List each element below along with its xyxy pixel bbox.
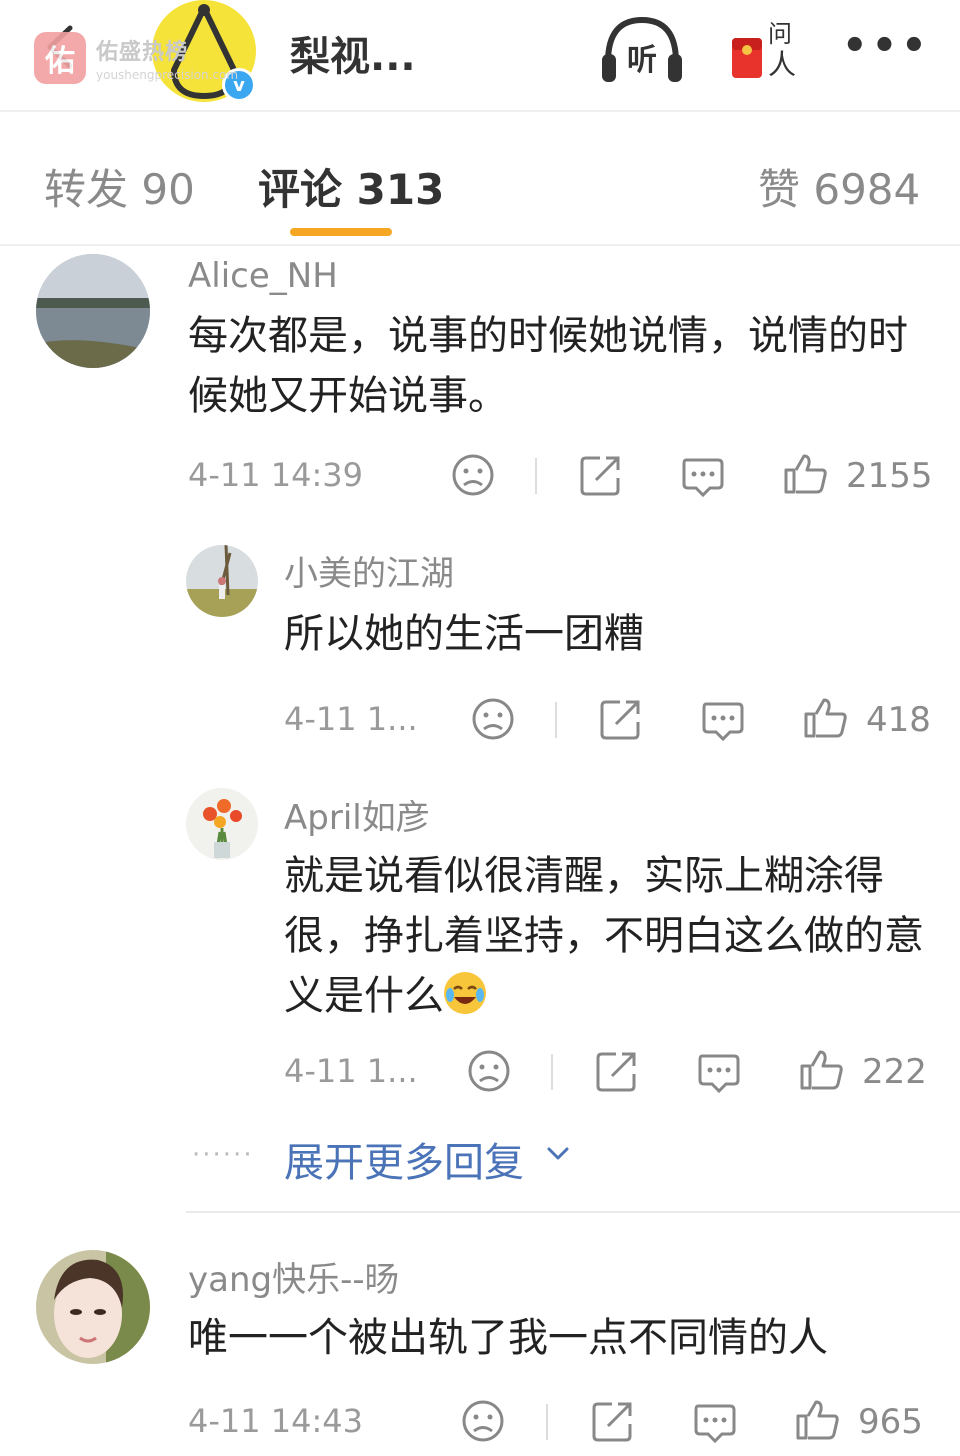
comment-username[interactable]: yang快乐--旸: [188, 1252, 399, 1301]
comment-time: 4-11 1...: [284, 1052, 418, 1090]
avatar[interactable]: [186, 545, 258, 617]
share-icon[interactable]: [578, 452, 624, 498]
svg-text:人: 人: [768, 48, 796, 81]
reply-icon[interactable]: [696, 1048, 742, 1094]
avatar[interactable]: [186, 788, 258, 860]
listen-label: 听: [627, 43, 657, 78]
dislike-face-icon[interactable]: [466, 1048, 512, 1094]
thumbs-up-icon[interactable]: [802, 694, 848, 740]
tab-comments[interactable]: 评论 313: [258, 156, 444, 217]
comment-time: 4-11 1...: [284, 700, 418, 738]
reply-icon[interactable]: [692, 1398, 738, 1444]
comment-text-with-emoji: 就是说看似很清醒，实际上糊涂得很，挣扎着坚持，不明白这么做的意义是什么: [284, 846, 924, 1026]
thumbs-up-icon[interactable]: [782, 450, 828, 496]
thumbs-up-icon[interactable]: [794, 1396, 840, 1442]
red-packet-ask-icon[interactable]: 问 人: [728, 12, 800, 84]
expand-dots: ······: [192, 1140, 254, 1170]
page-title[interactable]: 梨视...: [290, 24, 416, 82]
like-count: 2155: [846, 456, 933, 496]
comment-username[interactable]: Alice_NH: [188, 256, 338, 296]
tab-reposts[interactable]: 转发 90: [44, 156, 195, 217]
avatar[interactable]: [36, 1250, 150, 1364]
dislike-face-icon[interactable]: [450, 452, 496, 498]
like-count: 418: [866, 700, 931, 740]
like-count: 965: [858, 1402, 923, 1442]
thumbs-up-icon[interactable]: [798, 1046, 844, 1092]
share-icon[interactable]: [594, 1048, 640, 1094]
share-icon[interactable]: [598, 696, 644, 742]
comment-username[interactable]: 小美的江湖: [284, 546, 454, 595]
more-icon[interactable]: •••: [842, 26, 931, 66]
svg-text:问: 问: [768, 20, 792, 48]
chevron-down-icon[interactable]: [544, 1140, 572, 1168]
comment-text: 就是说看似很清醒，实际上糊涂得很，挣扎着坚持，不明白这么做的意义是什么: [284, 853, 924, 1019]
like-count: 222: [862, 1052, 927, 1092]
headphones-listen-icon[interactable]: 听: [600, 14, 684, 84]
comment-time: 4-11 14:43: [188, 1402, 364, 1440]
dislike-face-icon[interactable]: [470, 696, 516, 742]
watermark-name: 佑盛热榜: [96, 40, 189, 65]
comment-text: 每次都是，说事的时候她说情，说情的时候她又开始说事。: [188, 313, 908, 419]
avatar[interactable]: [36, 254, 150, 368]
expand-more-replies-link[interactable]: 展开更多回复: [284, 1130, 524, 1188]
comment-username[interactable]: April如彦: [284, 790, 430, 839]
watermark-url: youshengprecision.com: [96, 68, 239, 82]
comment-time: 4-11 14:39: [188, 456, 364, 494]
divider: [551, 1054, 553, 1090]
divider: [535, 458, 537, 494]
watermark-logo: 佑: [34, 32, 86, 84]
comment-divider: [186, 1211, 960, 1213]
tab-bar: 转发 90 评论 313 赞 6984: [0, 114, 960, 246]
laugh-cry-emoji-icon: [444, 972, 486, 1014]
reply-icon[interactable]: [700, 696, 746, 742]
comment-text: 唯一一个被出轨了我一点不同情的人: [188, 1315, 828, 1361]
comment-text: 所以她的生活一团糟: [284, 611, 644, 657]
top-bar: v 佑 佑盛热榜 youshengprecision.com 梨视... 听 问…: [0, 0, 960, 112]
divider: [546, 1404, 548, 1440]
active-tab-indicator: [290, 228, 392, 236]
reply-icon[interactable]: [680, 452, 726, 498]
divider: [555, 702, 557, 738]
dislike-face-icon[interactable]: [460, 1398, 506, 1444]
watermark: 佑 佑盛热榜 youshengprecision.com: [34, 32, 238, 84]
tab-likes[interactable]: 赞 6984: [758, 156, 920, 217]
share-icon[interactable]: [590, 1398, 636, 1444]
